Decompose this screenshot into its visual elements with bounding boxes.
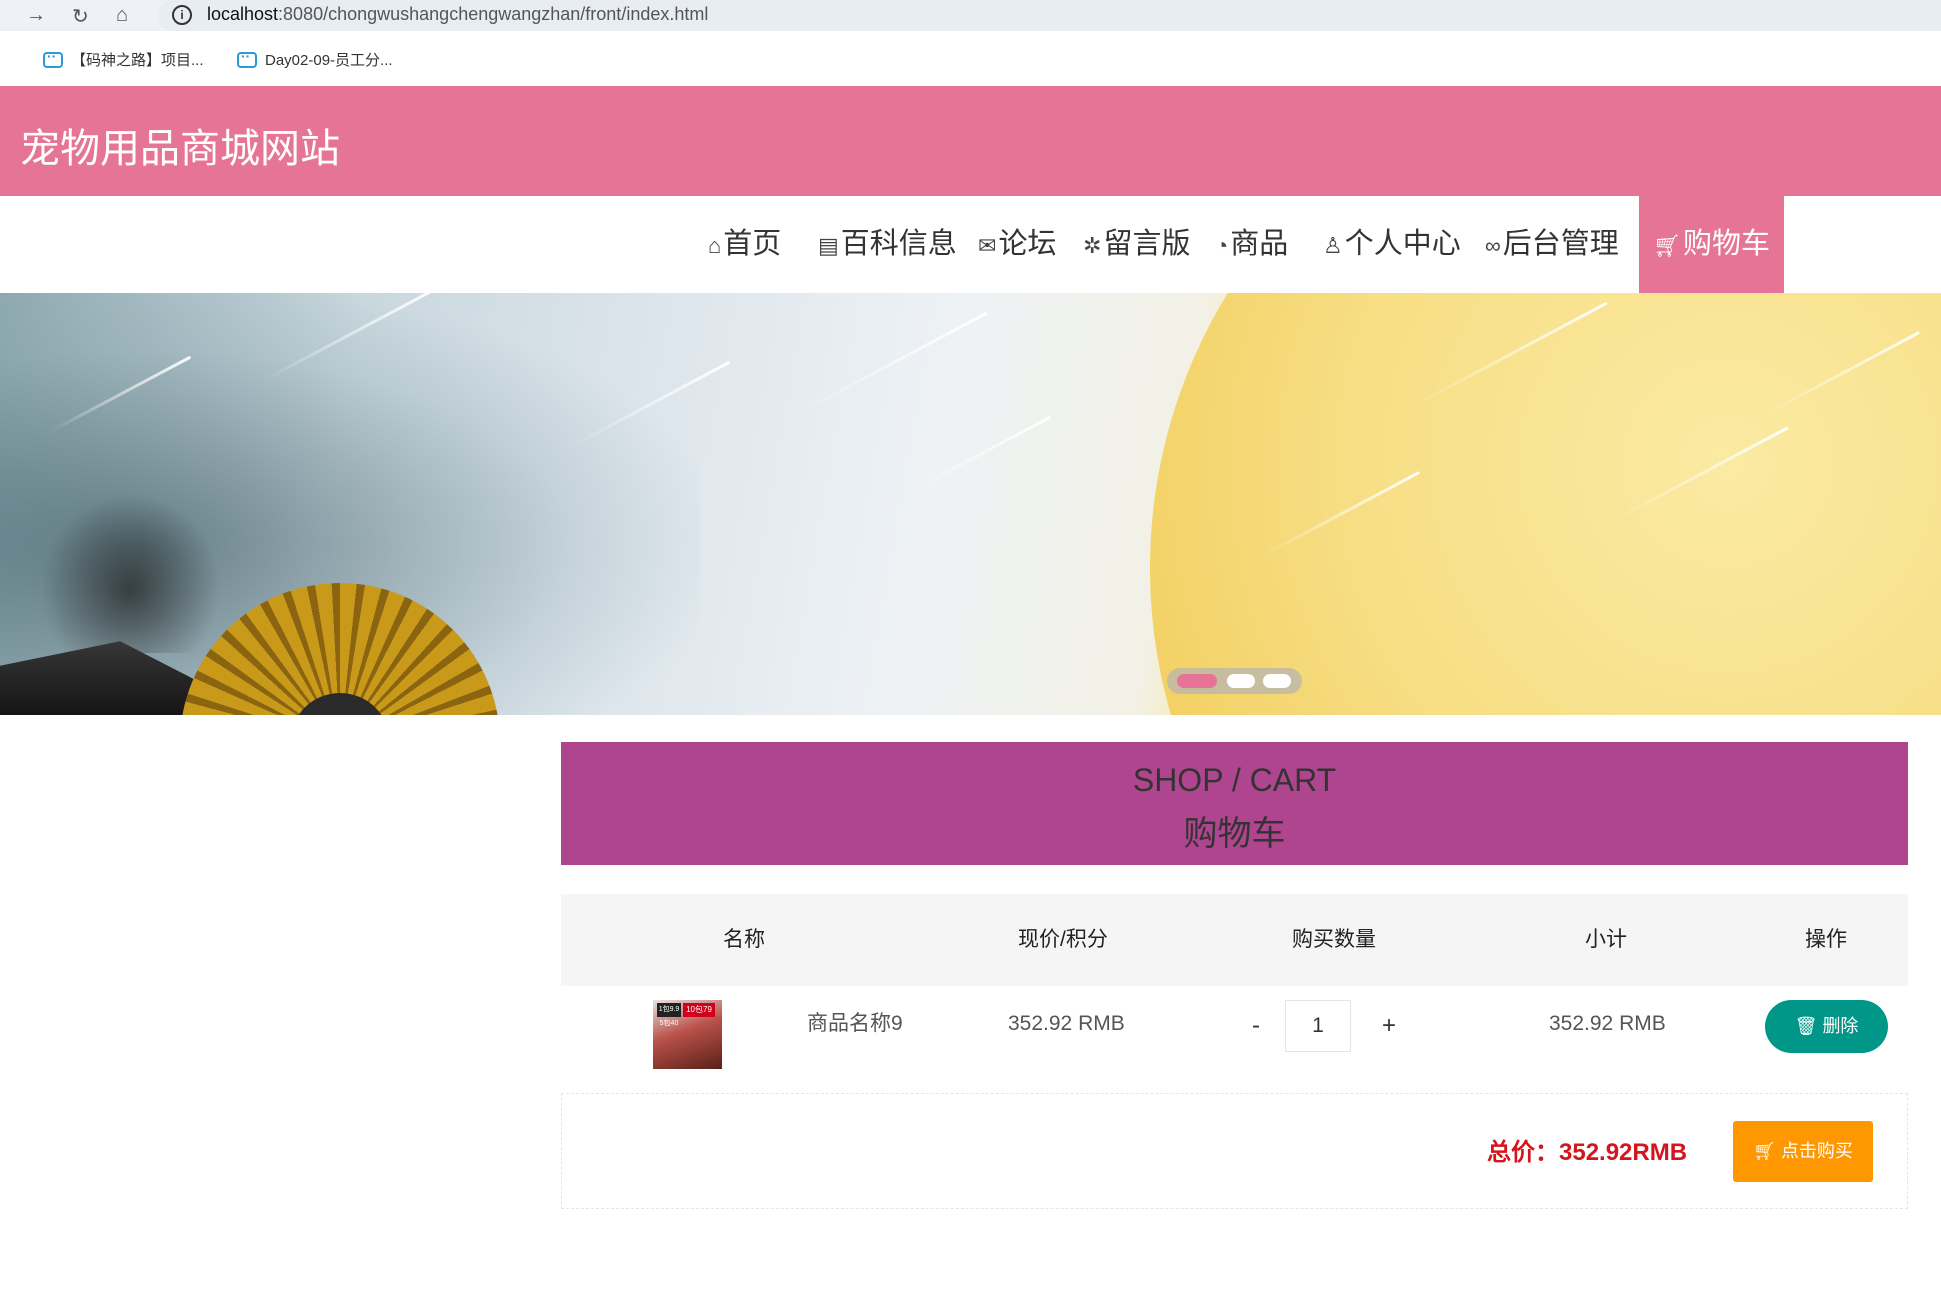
qty-increase-button[interactable]: + — [1374, 1000, 1404, 1052]
qty-input[interactable]: 1 — [1285, 1000, 1351, 1052]
meteor-streak — [792, 311, 988, 418]
carousel-dot[interactable] — [1227, 674, 1255, 688]
bookmark-item[interactable]: Day02-09-员工分... — [237, 48, 393, 70]
product-subtotal: 352.92 RMB — [1549, 1012, 1666, 1035]
clipboard-icon: ▤ — [818, 233, 839, 258]
cart-heading: SHOP / CART 购物车 — [561, 742, 1908, 865]
nav-item-encyclopedia[interactable]: ▤百科信息 — [818, 196, 957, 293]
url-text[interactable]: localhost:8080/chongwushangchengwangzhan… — [207, 4, 708, 25]
main-nav: ⌂首页 ▤百科信息 ✉论坛 ✲留言版 ◔商品 ♙个人中心 ∞后台管理 🛒︎购物车 — [0, 196, 1941, 293]
nav-item-home[interactable]: ⌂首页 — [708, 196, 781, 293]
meteor-streak — [908, 415, 1052, 494]
thumb-promo-tag: 10包79 — [683, 1003, 715, 1017]
palette-icon: ◔ — [1215, 233, 1229, 258]
mail-icon: ✉ — [978, 233, 997, 258]
total-price: 总价：352.92RMB — [1487, 1139, 1688, 1166]
product-price: 352.92 RMB — [1008, 1012, 1125, 1035]
cart-heading-zh: 购物车 — [1183, 815, 1286, 853]
column-header-action: 操作 — [1805, 928, 1847, 951]
nav-item-admin[interactable]: ∞后台管理 — [1485, 196, 1619, 293]
bookmark-label: Day02-09-员工分... — [265, 52, 393, 69]
carousel-dot[interactable] — [1263, 674, 1291, 688]
carousel-indicators — [1167, 668, 1302, 694]
column-header-subtotal: 小计 — [1585, 928, 1627, 951]
banner-carousel[interactable] — [0, 293, 1941, 715]
bookmark-item[interactable]: 【码神之路】项目... — [43, 48, 204, 70]
nav-item-goods[interactable]: ◔商品 — [1215, 196, 1288, 293]
chat-icon: ✲ — [1083, 233, 1102, 258]
table-row: 1包9.9 5包40 10包79 商品名称9 352.92 RMB - 1 + … — [561, 986, 1908, 1094]
column-header-name: 名称 — [723, 928, 765, 951]
carousel-dot[interactable] — [1177, 674, 1217, 688]
reload-icon[interactable]: ↻ — [72, 4, 89, 29]
bookmark-label: 【码神之路】项目... — [71, 52, 204, 69]
cart-heading-en: SHOP / CART — [1132, 762, 1337, 798]
bilibili-icon — [237, 48, 257, 68]
home-browser-icon[interactable]: ⌂ — [116, 4, 128, 27]
cart-table-header: 名称 现价/积分 购买数量 小计 操作 — [561, 894, 1908, 986]
column-header-qty: 购买数量 — [1292, 928, 1376, 951]
buy-label: 点击购买 — [1780, 1141, 1853, 1161]
browser-address-bar: → ↻ ⌂ i localhost:8080/chongwushangcheng… — [0, 0, 1941, 31]
cart-total-bar: 总价：352.92RMB 🛒︎ 点击购买 — [561, 1093, 1908, 1209]
bilibili-icon — [43, 48, 63, 68]
tree-image — [40, 493, 220, 653]
site-header: 宠物用品商城网站 — [0, 86, 1941, 196]
site-title: 宠物用品商城网站 — [20, 127, 340, 171]
qty-decrease-button[interactable]: - — [1241, 1000, 1271, 1052]
cart-icon: 🛒︎ — [1753, 1141, 1776, 1161]
product-thumbnail[interactable]: 1包9.9 5包40 10包79 — [653, 1000, 722, 1069]
link-icon: ∞ — [1485, 233, 1501, 258]
trash-icon: 🗑︎ — [1794, 1016, 1818, 1036]
column-header-price: 现价/积分 — [1018, 928, 1108, 951]
nav-item-profile[interactable]: ♙个人中心 — [1323, 196, 1461, 293]
site-info-icon[interactable]: i — [172, 5, 192, 25]
moon-image — [1150, 293, 1941, 715]
product-name: 商品名称9 — [807, 1012, 903, 1035]
buy-button[interactable]: 🛒︎ 点击购买 — [1733, 1121, 1873, 1182]
cart-icon: 🛒︎ — [1653, 233, 1681, 258]
forward-icon[interactable]: → — [26, 4, 46, 27]
delete-label: 删除 — [1822, 1016, 1859, 1036]
bookmarks-bar: ⊞ 【码神之路】项目... Day02-09-员工分... — [0, 31, 1941, 99]
home-icon: ⌂ — [708, 233, 722, 258]
nav-item-forum[interactable]: ✉论坛 — [978, 196, 1056, 293]
delete-button[interactable]: 🗑︎ 删除 — [1765, 1000, 1888, 1053]
nav-item-cart[interactable]: 🛒︎购物车 — [1639, 196, 1784, 293]
nav-item-guestbook[interactable]: ✲留言版 — [1083, 196, 1190, 293]
thumb-promo-tag: 1包9.9 5包40 — [657, 1003, 681, 1027]
user-icon: ♙ — [1323, 233, 1343, 258]
